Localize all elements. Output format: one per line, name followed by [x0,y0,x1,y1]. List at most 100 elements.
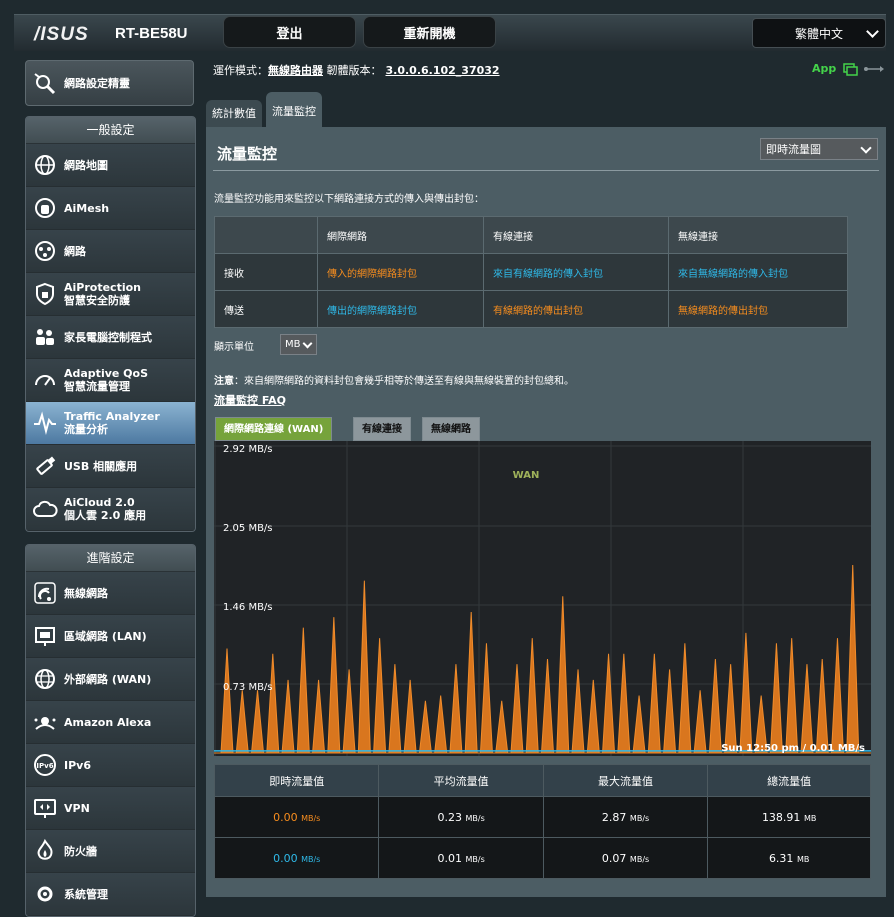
stats-unit: MB/s [301,813,321,823]
tab-statistics[interactable]: 統計數值 [206,100,262,127]
sidebar-item[interactable]: Adaptive QoS 智慧流量管理 [26,359,195,402]
unit-select[interactable]: MB [280,334,317,355]
graph-tab-wireless[interactable]: 無線網路 [422,417,480,441]
sidebar-item-label: AiCloud 2.0 個人雲 2.0 應用 [64,496,147,522]
language-select[interactable]: 繁體中文 [752,18,886,48]
stats-unit: MB/s [465,854,485,864]
shield-icon [32,281,58,307]
table-cell: 無線網路的傳出封包 [668,290,848,328]
sidebar-item-label: 外部網路 (WAN) [64,672,152,686]
sidebar-item-label: AiMesh [64,201,110,215]
page-title: 流量監控 [217,145,278,163]
sidebar-item-label: Adaptive QoS 智慧流量管理 [64,367,149,393]
sidebar-item[interactable]: 防火牆 [26,830,195,873]
table-header-row: 網際網路 有線連接 無線連接 [214,216,848,254]
table-cell: 接收 [214,253,318,291]
stats-unit: MB/s [629,854,650,864]
note: 注意：來自網際網路的資料封包會幾乎相等於傳送至有線與無線裝置的封包總和。 [214,372,574,387]
network-icon [32,238,58,264]
sidebar-item-label: USB 相關應用 [64,459,138,473]
y-tick-label: 2.92 MB/s [223,444,273,455]
model-name: RT-BE58U [115,25,188,42]
reboot-button[interactable]: 重新開機 [363,16,496,48]
sidebar-item[interactable]: AiProtection 智慧安全防護 [26,273,195,316]
sidebar-item[interactable]: 網路 [26,230,195,273]
stats-unit: MB/s [301,854,321,864]
stats-value: 0.01 [437,851,463,865]
aimesh-icon [32,195,58,221]
sidebar-item[interactable]: Amazon Alexa [26,701,195,744]
chevron-down-icon [302,338,313,349]
sidebar-item[interactable]: IPv6 IPv6 [26,744,195,787]
firmware-label: 韌體版本： [326,64,382,77]
table-cell: 傳送 [214,290,318,328]
sidebar-item[interactable]: USB 相關應用 [26,445,195,488]
sidebar-item-label: 網路 [64,244,86,258]
sidebar-item-label: 家長電腦控制程式 [64,330,152,344]
stats-unit: MB [796,854,810,864]
graph-tab-wan[interactable]: 網際網路連線 (WAN) [215,417,333,441]
network-status-icon [843,63,885,76]
unit-label: 顯示單位 [214,342,254,353]
sidebar-item-label: 網路地圖 [64,158,108,172]
cloud-icon [32,496,58,522]
alexa-icon [32,709,58,735]
stats-cell: 0.00 MB/s [213,796,380,838]
unit-select-value: MB [285,339,301,350]
family-icon [32,324,58,350]
stats-cell: 6.31 MB [707,837,871,879]
general-settings-menu: 一般設定 網路地圖 AiMesh 網路 AiProtection 智慧安全防護 家長電腦控… [25,116,196,532]
stats-value: 0.00 [273,851,298,865]
wizard-icon [32,70,58,96]
table-cell: 有線網路的傳出封包 [483,290,669,328]
stats-value: 6.31 [768,851,794,865]
sidebar-item[interactable]: VPN [26,787,195,830]
chevron-down-icon [860,142,872,154]
stats-header: 最大流量值 [542,764,709,797]
sidebar-item[interactable]: 網路地圖 [26,144,195,187]
sidebar-item[interactable]: AiMesh [26,187,195,230]
graph-tab-wired[interactable]: 有線連接 [353,417,411,441]
ipv6-icon: IPv6 [32,752,58,778]
sidebar-item[interactable]: 區域網路 (LAN) [26,615,195,658]
stats-cell: 138.91 MB [707,796,871,838]
op-mode-label: 運作模式： [213,64,268,77]
pulse-icon [32,410,58,436]
table-cell: 傳出的網際網路封包 [317,290,484,328]
sidebar-item[interactable]: 系統管理 [26,873,195,916]
sidebar-item[interactable]: 外部網路 (WAN) [26,658,195,701]
traffic-chart-svg: 2.92 MB/s 2.05 MB/s 1.46 MB/s 0.73 MB/s WAN S… [214,441,871,756]
op-mode-link[interactable]: 無線路由器 [268,64,323,77]
sidebar-item[interactable]: Traffic Analyzer 流量分析 [26,402,195,445]
mode-select-value: 即時流量圖 [766,143,821,156]
stats-value: 2.87 [601,810,627,824]
usb-icon [32,453,58,479]
mode-select[interactable]: 即時流量圖 [760,138,878,160]
series-area-orange [214,564,871,754]
quick-setup-label: 網路設定精靈 [64,77,130,90]
stats-unit: MB/s [629,813,650,823]
faq-link[interactable]: 流量監控 FAQ [214,392,286,408]
operation-status: 運作模式：無線路由器 韌體版本： 3.0.0.6.102_37032 [213,62,500,78]
stats-header: 總流量值 [707,764,871,797]
sidebar-item[interactable]: 家長電腦控制程式 [26,316,195,359]
table-cell: 傳入的網際網路封包 [317,253,484,291]
wifi-icon [32,580,58,606]
sidebar-item-label: Amazon Alexa [64,715,152,729]
quick-setup-button[interactable]: 網路設定精靈 [25,60,194,106]
sidebar-item-label: IPv6 [64,758,91,772]
connection-table: 網際網路 有線連接 無線連接 接收 傳入的網際網路封包 來自有線網路的傳入封包 … [214,216,848,328]
stats-header-row: 即時流量值 平均流量值 最大流量值 總流量值 [213,764,871,797]
stats-cell: 0.23 MB/s [378,796,544,838]
sidebar-item[interactable]: 無線網路 [26,572,195,615]
sidebar-item[interactable]: AiCloud 2.0 個人雲 2.0 應用 [26,488,195,531]
time-label: Sun 12:50 pm / 0.01 MB/s [721,743,865,754]
app-status[interactable]: App [812,62,886,76]
table-header: 網際網路 [317,216,484,254]
tab-traffic-monitor[interactable]: 流量監控 [266,92,322,127]
sidebar-item-label: AiProtection 智慧安全防護 [64,281,141,307]
stats-cell: 2.87 MB/s [542,796,709,838]
firmware-link[interactable]: 3.0.0.6.102_37032 [386,64,500,77]
wan-icon [32,666,58,692]
logout-button[interactable]: 登出 [223,16,356,48]
